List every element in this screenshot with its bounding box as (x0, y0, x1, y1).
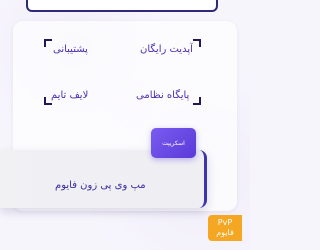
feature-lifetime: لایف تایم (51, 90, 89, 101)
feature-free-update: آپدیت رایگان (140, 44, 193, 55)
frame-corner-top-left (44, 39, 52, 47)
frame-corner-top-right (193, 39, 201, 47)
product-card[interactable] (0, 150, 207, 208)
badge-line-1: PvP (217, 218, 233, 227)
top-card (26, 0, 218, 12)
feature-support: پشتیبانی (53, 44, 88, 55)
feature-military-base: پایگاه نظامی (136, 90, 190, 101)
script-button[interactable]: اسکریپت (151, 128, 196, 158)
product-title: مپ وی پی زون فایوم (55, 180, 146, 191)
badge-line-2: فایوم (216, 228, 234, 237)
frame-corner-bottom-right (193, 97, 201, 105)
pvp-badge[interactable]: PvP فایوم (208, 215, 242, 241)
